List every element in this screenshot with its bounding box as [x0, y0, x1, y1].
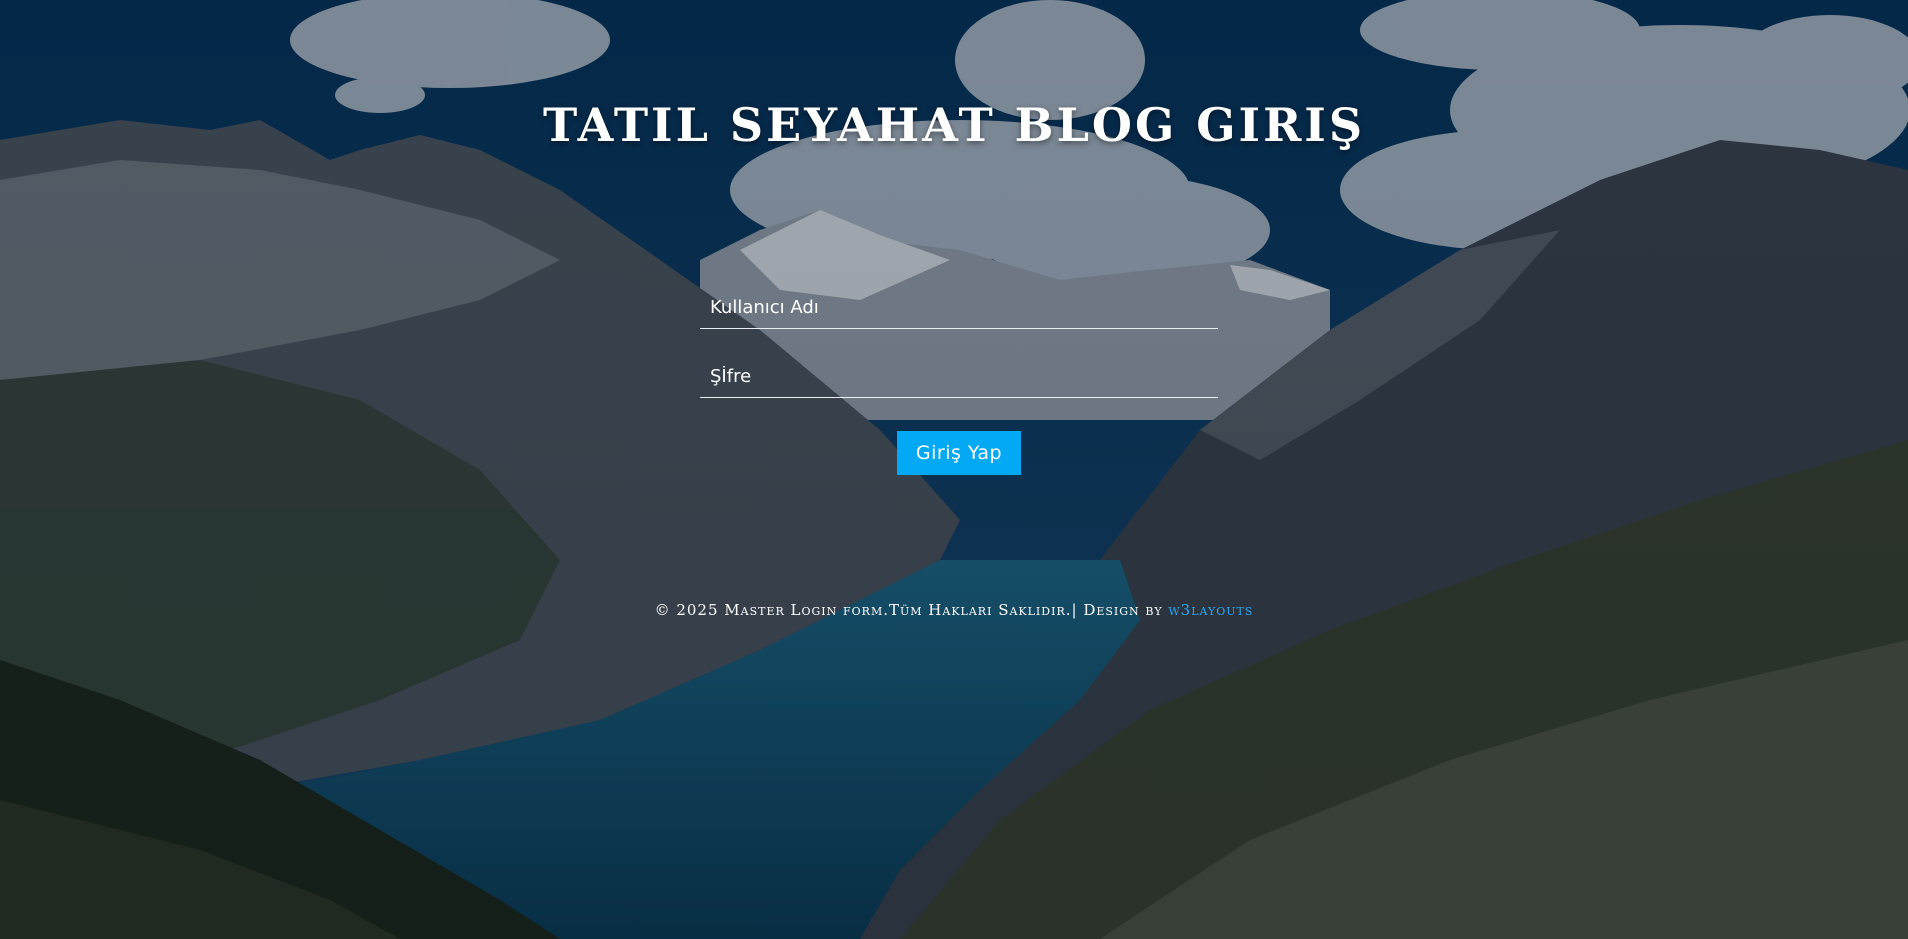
username-input[interactable] — [700, 286, 1218, 328]
footer-copyright: © 2025 Master Login form.Tüm Hakları Sak… — [0, 601, 1908, 619]
login-page: TATIL SEYAHAT BLOG GIRIŞ Giriş Yap © 202… — [0, 0, 1908, 939]
password-input[interactable] — [700, 355, 1218, 397]
password-field-wrapper — [700, 355, 1218, 398]
footer-design-link[interactable]: w3layouts — [1168, 601, 1253, 619]
footer-copyright-text: © 2025 Master Login form.Tüm Hakları Sak… — [654, 601, 1169, 619]
page-title: TATIL SEYAHAT BLOG GIRIŞ — [542, 98, 1366, 152]
login-button[interactable]: Giriş Yap — [897, 431, 1021, 475]
username-field-wrapper — [700, 286, 1218, 329]
